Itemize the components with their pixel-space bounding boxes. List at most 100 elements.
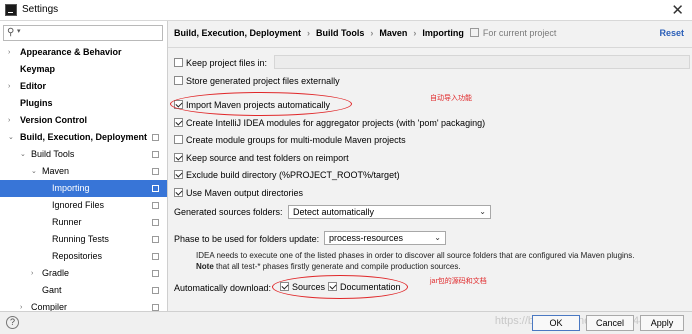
- project-icon: [152, 151, 159, 158]
- breadcrumb: Build, Execution, Deployment › Build Tools…: [174, 28, 556, 38]
- download-documentation-option[interactable]: Documentation: [328, 281, 401, 294]
- sidebar-item-keymap[interactable]: Keymap: [0, 61, 167, 78]
- title-bar: Settings ✕: [0, 0, 692, 21]
- project-files-path-input: [274, 55, 690, 69]
- sidebar-item-label: Compiler: [31, 302, 68, 311]
- create-intellij-modules-checkbox[interactable]: [174, 118, 183, 127]
- import-automatically-checkbox[interactable]: [174, 100, 183, 109]
- sidebar-item-label: Version Control: [20, 115, 88, 125]
- sidebar-item-build-execution-deployment[interactable]: ⌄ Build, Execution, Deployment: [0, 129, 167, 146]
- store-generated-option[interactable]: Store generated project files externally: [174, 75, 340, 88]
- keep-project-files-option[interactable]: Keep project files in:: [174, 57, 267, 70]
- keep-source-folders-label: Keep source and test folders on reimport: [186, 153, 349, 163]
- sidebar-item-label: Plugins: [20, 98, 53, 108]
- keep-project-files-checkbox[interactable]: [174, 58, 183, 67]
- phase-note-line-2: Note that all test-* phases firstly gene…: [196, 262, 461, 271]
- cancel-button[interactable]: Cancel: [586, 315, 634, 331]
- search-input[interactable]: ⚲ ▾: [3, 25, 163, 41]
- sidebar-item-running-tests[interactable]: Running Tests: [0, 231, 167, 248]
- note-bold: Note: [196, 262, 214, 271]
- create-module-groups-option[interactable]: Create module groups for multi-module Ma…: [174, 134, 406, 147]
- chevron-down-icon[interactable]: ⌄: [20, 146, 26, 163]
- sidebar-item-label: Running Tests: [52, 234, 109, 244]
- reset-link[interactable]: Reset: [659, 28, 684, 38]
- sidebar-item-compiler[interactable]: › Compiler: [0, 299, 167, 311]
- project-icon: [152, 304, 159, 311]
- chevron-right-icon[interactable]: ›: [8, 44, 10, 61]
- chevron-right-icon[interactable]: ›: [8, 78, 10, 95]
- exclude-build-dir-option[interactable]: Exclude build directory (%PROJECT_ROOT%/…: [174, 169, 400, 182]
- import-automatically-option[interactable]: Import Maven projects automatically: [174, 99, 330, 112]
- sidebar-item-label: Appearance & Behavior: [20, 47, 122, 57]
- create-intellij-modules-label: Create IntelliJ IDEA modules for aggrega…: [186, 118, 486, 128]
- window-title: Settings: [22, 4, 59, 15]
- search-icon: ⚲: [7, 27, 15, 38]
- settings-tree: › Appearance & Behavior Keymap › Editor Plugi…: [0, 44, 167, 311]
- divider: [168, 47, 692, 48]
- sidebar-item-appearance-behavior[interactable]: › Appearance & Behavior: [0, 44, 167, 61]
- phase-value: process-resources: [329, 233, 404, 243]
- phase-select[interactable]: process-resources ⌄: [324, 231, 446, 245]
- breadcrumb-separator: ›: [413, 28, 417, 38]
- download-sources-option[interactable]: Sources: [280, 281, 325, 294]
- sidebar-item-plugins[interactable]: Plugins: [0, 95, 167, 112]
- project-icon: [152, 270, 159, 277]
- auto-download-label: Automatically download:: [174, 283, 272, 293]
- sidebar-item-build-tools[interactable]: ⌄ Build Tools: [0, 146, 167, 163]
- store-generated-checkbox[interactable]: [174, 76, 183, 85]
- download-documentation-checkbox[interactable]: [328, 282, 337, 291]
- breadcrumb-item: Build Tools: [316, 28, 365, 38]
- store-generated-label: Store generated project files externally: [186, 76, 340, 86]
- sidebar-item-gant[interactable]: Gant: [0, 282, 167, 299]
- create-intellij-modules-option[interactable]: Create IntelliJ IDEA modules for aggrega…: [174, 117, 485, 130]
- sidebar-item-version-control[interactable]: › Version Control: [0, 112, 167, 129]
- sidebar-item-importing[interactable]: Importing: [0, 180, 167, 197]
- chevron-right-icon[interactable]: ›: [8, 112, 10, 129]
- sidebar-item-repositories[interactable]: Repositories: [0, 248, 167, 265]
- generated-sources-select[interactable]: Detect automatically ⌄: [288, 205, 491, 219]
- sidebar-item-maven[interactable]: ⌄ Maven: [0, 163, 167, 180]
- sidebar-item-label: Editor: [20, 81, 46, 91]
- phase-note-line-1: IDEA needs to execute one of the listed …: [196, 251, 635, 260]
- create-module-groups-label: Create module groups for multi-module Ma…: [186, 135, 406, 145]
- chevron-down-icon[interactable]: ⌄: [31, 163, 37, 180]
- generated-sources-label: Generated sources folders:: [174, 207, 283, 217]
- sidebar-item-label: Build Tools: [31, 149, 75, 159]
- keep-project-files-label: Keep project files in:: [186, 58, 268, 68]
- breadcrumb-item: Importing: [422, 28, 464, 38]
- sidebar-item-gradle[interactable]: › Gradle: [0, 265, 167, 282]
- help-icon[interactable]: ?: [6, 316, 19, 329]
- sidebar-item-label: Build, Execution, Deployment: [20, 132, 148, 142]
- download-sources-label: Sources: [292, 282, 326, 292]
- use-maven-output-checkbox[interactable]: [174, 188, 183, 197]
- dialog-button-bar: ? https://blog.csdn.net/weixin_44048682 …: [0, 311, 692, 334]
- chevron-down-icon[interactable]: ⌄: [8, 129, 14, 146]
- chevron-right-icon[interactable]: ›: [20, 299, 22, 311]
- sidebar-item-label: Importing: [52, 183, 90, 193]
- chevron-right-icon[interactable]: ›: [31, 265, 33, 282]
- chevron-down-icon: ▾: [17, 28, 21, 35]
- keep-source-folders-option[interactable]: Keep source and test folders on reimport: [174, 152, 349, 165]
- phase-note-text: that all test-* phases firstly generate …: [213, 262, 461, 271]
- annotation-auto-import: 自动导入功能: [430, 95, 472, 102]
- sidebar-item-editor[interactable]: › Editor: [0, 78, 167, 95]
- sidebar-item-ignored-files[interactable]: Ignored Files: [0, 197, 167, 214]
- project-icon: [152, 236, 159, 243]
- project-icon: [152, 185, 159, 192]
- ok-button[interactable]: OK: [532, 315, 580, 331]
- sidebar-item-label: Gradle: [42, 268, 70, 278]
- use-maven-output-option[interactable]: Use Maven output directories: [174, 187, 303, 200]
- sidebar-item-runner[interactable]: Runner: [0, 214, 167, 231]
- exclude-build-dir-label: Exclude build directory (%PROJECT_ROOT%/…: [186, 170, 400, 180]
- sidebar-item-label: Ignored Files: [52, 200, 105, 210]
- phase-label: Phase to be used for folders update:: [174, 234, 320, 244]
- project-icon: [152, 134, 159, 141]
- create-module-groups-checkbox[interactable]: [174, 135, 183, 144]
- exclude-build-dir-checkbox[interactable]: [174, 170, 183, 179]
- download-sources-checkbox[interactable]: [280, 282, 289, 291]
- keep-source-folders-checkbox[interactable]: [174, 153, 183, 162]
- sidebar-item-label: Keymap: [20, 64, 56, 74]
- close-icon[interactable]: ✕: [671, 1, 684, 19]
- for-current-project-label: For current project: [482, 28, 557, 38]
- apply-button[interactable]: Apply: [640, 315, 684, 331]
